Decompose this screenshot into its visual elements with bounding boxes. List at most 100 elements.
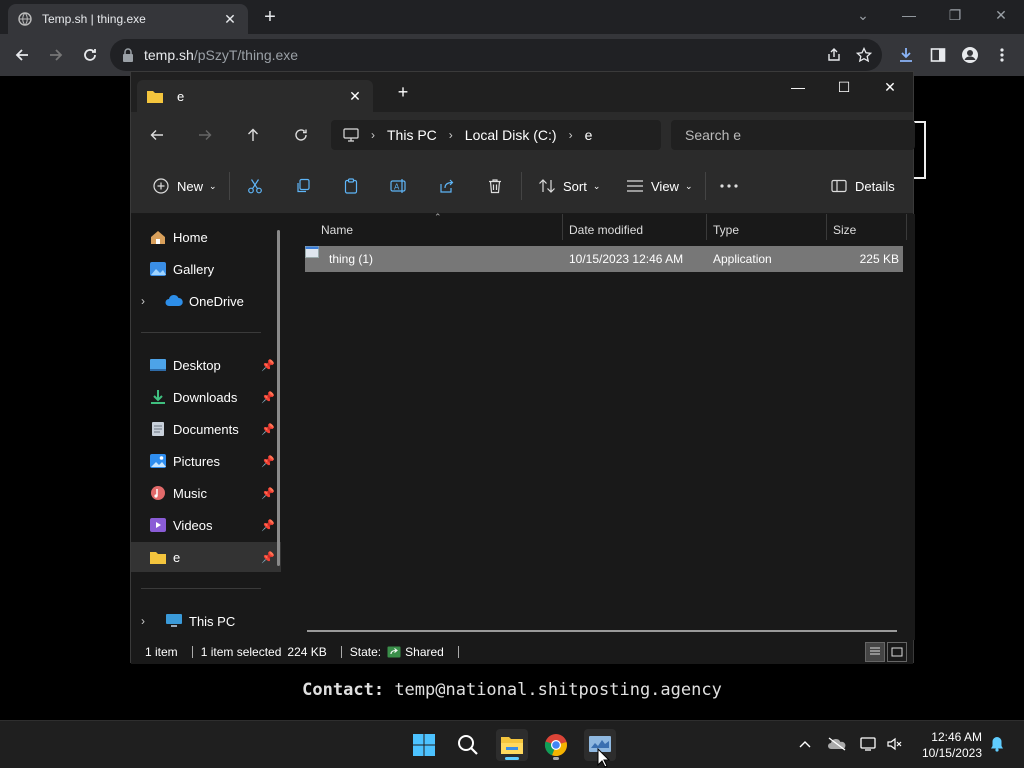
system-clock[interactable]: 12:46 AM 10/15/2023: [922, 729, 982, 761]
forward-button[interactable]: [40, 39, 72, 71]
restore-button[interactable]: ❐: [932, 0, 978, 30]
downloads-icon[interactable]: [892, 39, 920, 71]
reload-button[interactable]: [74, 39, 106, 71]
nav-item-pictures[interactable]: Pictures 📌: [131, 446, 281, 476]
chevron-up-icon[interactable]: [794, 733, 816, 755]
pin-icon[interactable]: 📌: [261, 551, 275, 564]
maximize-button[interactable]: ☐: [821, 72, 867, 102]
chevron-right-icon[interactable]: ›: [141, 614, 157, 628]
notification-bell-icon[interactable]: [986, 733, 1008, 755]
pin-icon[interactable]: 📌: [261, 455, 275, 468]
column-divider[interactable]: [706, 214, 707, 240]
copy-icon: [293, 176, 313, 196]
pin-icon[interactable]: 📌: [261, 487, 275, 500]
sort-button[interactable]: Sort ⌄: [537, 172, 600, 200]
breadcrumb-this-pc[interactable]: This PC: [387, 127, 437, 143]
new-tab-button[interactable]: +: [258, 5, 282, 29]
close-tab-icon[interactable]: ✕: [347, 88, 363, 105]
column-header-size[interactable]: Size: [833, 218, 856, 242]
pin-icon[interactable]: 📌: [261, 519, 275, 532]
taskbar: 12:46 AM 10/15/2023: [0, 720, 1024, 768]
search-input[interactable]: Search e: [671, 120, 915, 150]
forward-button[interactable]: [187, 120, 223, 150]
start-button[interactable]: [408, 729, 440, 761]
rename-button[interactable]: A: [389, 172, 409, 200]
bookmark-star-icon[interactable]: [854, 45, 874, 65]
table-row[interactable]: thing (1) 10/15/2023 12:46 AM Applicatio…: [305, 246, 903, 272]
taskbar-file-explorer[interactable]: [496, 729, 528, 761]
side-panel-icon[interactable]: [924, 39, 952, 71]
column-divider[interactable]: [906, 214, 907, 240]
arrow-left-icon: [15, 49, 28, 61]
volume-muted-icon[interactable]: [884, 733, 906, 755]
tiles-view-icon[interactable]: [887, 642, 907, 662]
nav-item-label: Videos: [173, 517, 213, 533]
nav-item-videos[interactable]: Videos 📌: [131, 510, 281, 540]
nav-item-downloads[interactable]: Downloads 📌: [131, 382, 281, 412]
paste-button[interactable]: [341, 172, 361, 200]
search-icon: [458, 735, 478, 755]
pin-icon[interactable]: 📌: [261, 391, 275, 404]
breadcrumb-local-disk[interactable]: Local Disk (C:): [465, 127, 557, 143]
contact-line: Contact: temp@national.shitposting.agenc…: [0, 680, 1024, 700]
nav-item-desktop[interactable]: Desktop 📌: [131, 350, 281, 380]
chevron-right-icon[interactable]: ›: [141, 294, 157, 308]
cut-button[interactable]: [245, 172, 265, 200]
breadcrumb[interactable]: › This PC › Local Disk (C:) › e: [331, 120, 661, 150]
network-icon[interactable]: [858, 733, 880, 755]
nav-item-gallery[interactable]: Gallery: [131, 254, 281, 284]
nav-item-documents[interactable]: Documents 📌: [131, 414, 281, 444]
nav-item-music[interactable]: Music 📌: [131, 478, 281, 508]
column-header-name[interactable]: Name: [321, 218, 353, 242]
shared-icon: [387, 646, 401, 658]
share-icon[interactable]: [824, 45, 844, 65]
pin-icon[interactable]: 📌: [261, 423, 275, 436]
nav-item-e[interactable]: e 📌: [131, 542, 281, 572]
delete-button[interactable]: [485, 172, 505, 200]
contact-email[interactable]: temp@national.shitposting.agency: [394, 680, 722, 700]
browser-tab[interactable]: Temp.sh | thing.exe ✕: [8, 4, 248, 34]
back-button[interactable]: [6, 39, 38, 71]
kebab-menu-icon[interactable]: [988, 39, 1016, 71]
nav-item-onedrive[interactable]: › OneDrive: [131, 286, 281, 316]
folder-icon: [501, 737, 523, 754]
minimize-button[interactable]: —: [886, 0, 932, 30]
close-window-button[interactable]: ✕: [978, 0, 1024, 30]
close-window-button[interactable]: ✕: [867, 72, 913, 102]
breadcrumb-e[interactable]: e: [585, 127, 593, 143]
search-button[interactable]: [452, 729, 484, 761]
profile-avatar-icon[interactable]: [956, 39, 984, 71]
onedrive-offline-icon[interactable]: [826, 733, 848, 755]
refresh-button[interactable]: [283, 120, 319, 150]
nav-item-home[interactable]: Home: [131, 222, 281, 252]
details-pane-button[interactable]: Details: [829, 172, 895, 200]
column-header-type[interactable]: Type: [713, 218, 739, 242]
arrow-right-icon: [199, 130, 212, 140]
chrome-logo-icon: [544, 734, 567, 757]
column-divider[interactable]: [562, 214, 563, 240]
explorer-new-tab-button[interactable]: +: [393, 82, 413, 103]
copy-button[interactable]: [293, 172, 313, 200]
more-options-button[interactable]: [719, 172, 739, 200]
horizontal-scrollbar[interactable]: [307, 630, 897, 632]
taskbar-chrome[interactable]: [540, 729, 572, 761]
new-button[interactable]: New ⌄: [151, 172, 217, 200]
column-header-date[interactable]: Date modified: [569, 218, 643, 242]
chevron-down-icon: ⌄: [209, 180, 217, 191]
close-tab-icon[interactable]: ✕: [222, 11, 238, 28]
minimize-button[interactable]: —: [775, 72, 821, 102]
pin-icon[interactable]: 📌: [261, 359, 275, 372]
column-divider[interactable]: [826, 214, 827, 240]
view-button[interactable]: View ⌄: [625, 172, 693, 200]
address-bar[interactable]: temp.sh/pSzyT/thing.exe: [110, 39, 882, 71]
details-view-icon[interactable]: [865, 642, 885, 662]
up-button[interactable]: [235, 120, 271, 150]
nav-item-this-pc[interactable]: › This PC: [131, 606, 281, 636]
explorer-tab[interactable]: e ✕: [137, 80, 373, 112]
nav-scrollbar[interactable]: [277, 230, 280, 566]
tab-search-icon[interactable]: ⌄: [840, 0, 886, 30]
share-button[interactable]: [437, 172, 457, 200]
nav-divider: [141, 588, 261, 589]
item-count: 1 item: [145, 645, 178, 659]
back-button[interactable]: [139, 120, 175, 150]
